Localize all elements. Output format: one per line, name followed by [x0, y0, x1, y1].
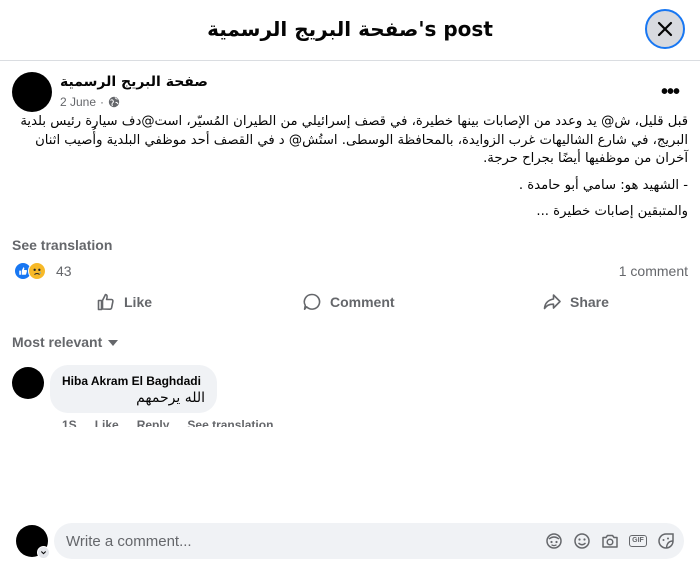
post-header: صفحة البريج الرسمية 2 June · ••• [12, 72, 688, 112]
share-label: Share [570, 294, 609, 310]
comment-time[interactable]: 1S [62, 418, 77, 427]
comment-reply-button[interactable]: Reply [137, 418, 170, 427]
account-switch-icon[interactable] [37, 546, 50, 559]
comment-input-box: GIF [54, 523, 684, 559]
page-avatar[interactable] [12, 72, 52, 112]
post-paragraph: قبل قليل، ش@ يد وعدد من الإصابات بينها خ… [20, 114, 688, 166]
comment-sort-dropdown[interactable]: Most relevant [12, 334, 119, 350]
comment-sort-label: Most relevant [12, 334, 103, 350]
comment-composer: GIF [16, 523, 688, 563]
comment-item: Hiba Akram El Baghdadi الله يرحمهم 1S Li… [12, 365, 688, 427]
reaction-count[interactable]: 43 [56, 263, 72, 279]
post-body: قبل قليل، ش@ يد وعدد من الإصابات بينها خ… [20, 113, 688, 222]
post-actions: Like Comment Share [12, 287, 688, 317]
like-button[interactable]: Like [96, 287, 152, 317]
post-more-button[interactable]: ••• [652, 78, 688, 106]
caret-down-icon [108, 340, 119, 346]
post-paragraph: - الشهيد هو: سامي أبو حامدة . [518, 177, 688, 193]
share-button[interactable]: Share [542, 287, 609, 317]
like-label: Like [124, 294, 153, 310]
see-translation-link[interactable]: See translation [12, 237, 112, 253]
post-author[interactable]: صفحة البريج الرسمية [60, 74, 208, 90]
camera-icon[interactable] [600, 531, 620, 551]
commenter-name[interactable]: Hiba Akram El Baghdadi [62, 374, 201, 388]
sad-reaction-icon [28, 262, 46, 280]
dialog-title: صفحة البريج الرسمية's post [207, 17, 493, 41]
more-horizontal-icon: ••• [660, 80, 680, 103]
comment-icon [303, 293, 321, 310]
comment-bubble: Hiba Akram El Baghdadi الله يرحمهم [50, 365, 217, 413]
comment-input[interactable] [66, 523, 526, 559]
dialog-header: صفحة البريج الرسمية's post [0, 0, 700, 61]
post-meta: 2 June · [60, 95, 120, 109]
post-paragraph: والمتبقين إصابات خطيرة ... [536, 204, 688, 219]
commenter-avatar[interactable] [12, 367, 44, 399]
reactions-summary: 43 1 comment [12, 260, 688, 282]
close-button[interactable] [645, 9, 685, 49]
comment-label: Comment [330, 294, 395, 310]
comment-like-button[interactable]: Like [95, 418, 119, 427]
comment-meta: 1S Like Reply See translation [62, 418, 273, 427]
comment-see-translation[interactable]: See translation [187, 418, 273, 427]
comment-text: الله يرحمهم [136, 390, 205, 406]
close-icon [657, 21, 673, 37]
avatar-sticker-icon[interactable] [544, 531, 564, 551]
post-date[interactable]: 2 June [60, 95, 96, 109]
emoji-icon[interactable] [572, 531, 592, 551]
sticker-icon[interactable] [656, 531, 676, 551]
share-icon [543, 294, 561, 310]
comment-count[interactable]: 1 comment [619, 263, 688, 279]
globe-icon [108, 96, 120, 108]
gif-icon[interactable]: GIF [628, 531, 648, 551]
thumbs-up-icon [97, 293, 114, 311]
reaction-icons[interactable] [14, 262, 46, 280]
meta-separator: · [100, 95, 105, 109]
comment-button[interactable]: Comment [302, 287, 395, 317]
